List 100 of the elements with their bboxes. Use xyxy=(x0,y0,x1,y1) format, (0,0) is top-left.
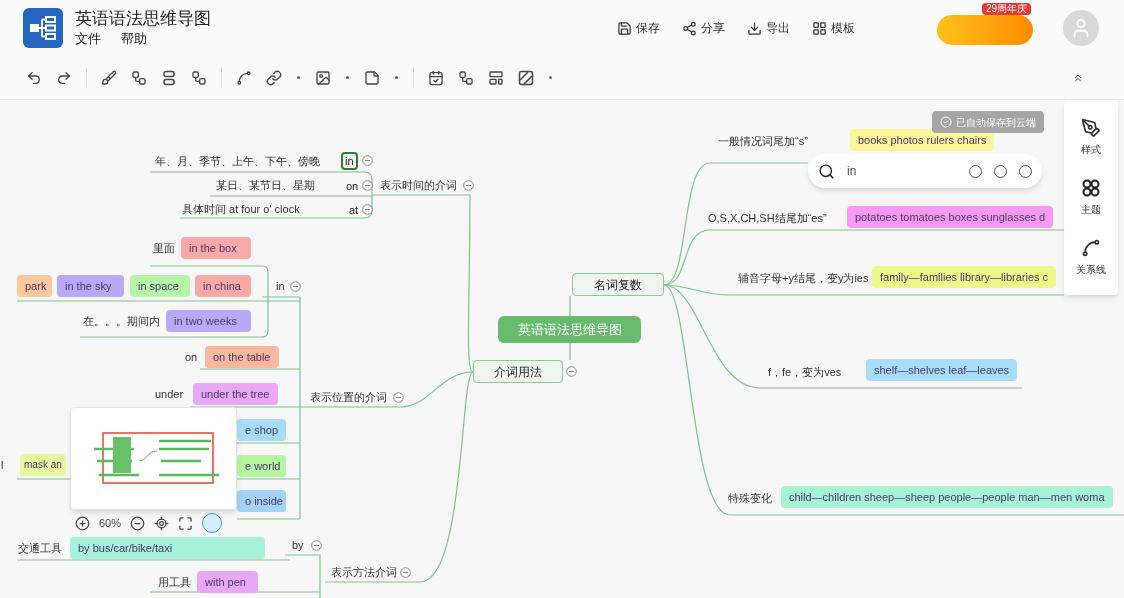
example-tag[interactable]: e world xyxy=(237,455,286,477)
layout-icon[interactable] xyxy=(488,69,504,86)
zoom-level: 60% xyxy=(99,515,122,531)
toolbar-button[interactable]: 分享 xyxy=(682,19,725,37)
topic-label[interactable]: 一般情况词尾加“s” xyxy=(718,133,808,149)
brush-icon[interactable] xyxy=(101,69,117,86)
search-bar[interactable]: in xyxy=(808,154,1042,188)
note-icon[interactable] xyxy=(364,69,380,86)
example-tag[interactable]: mask an xyxy=(20,454,66,476)
zoom-in-icon[interactable] xyxy=(75,515,90,531)
preposition-topic[interactable]: l xyxy=(1,457,4,473)
link-icon[interactable] xyxy=(266,69,282,86)
preposition-topic[interactable]: in xyxy=(276,278,285,294)
pen-icon xyxy=(1081,118,1101,139)
topic-label[interactable]: 辅音字母+y结尾，变y为ies xyxy=(738,270,869,286)
collapse-icon[interactable] xyxy=(362,204,373,215)
example-tag[interactable]: o inside xyxy=(237,490,286,512)
task-icon[interactable] xyxy=(428,69,444,86)
search-field[interactable]: in xyxy=(847,162,957,180)
preposition-topic[interactable]: by xyxy=(292,537,304,553)
collapse-icon[interactable] xyxy=(393,392,404,403)
promo-badge: 29周年庆 xyxy=(981,2,1031,15)
toolbar-button[interactable]: 模板 xyxy=(812,19,855,37)
topic-label[interactable]: 某日、某节日、星期 xyxy=(216,177,315,193)
topic-label[interactable]: 年、月、季节、上午、下午、傍晚 xyxy=(155,153,320,169)
topic-label[interactable]: 表示方法介词 xyxy=(331,564,397,580)
toolbar-button[interactable]: 保存 xyxy=(617,19,660,37)
toolbar-button[interactable]: 导出 xyxy=(747,19,790,37)
example-tag[interactable]: by bus/car/bike/taxi xyxy=(70,537,265,559)
app-logo xyxy=(23,8,63,48)
caret-icon[interactable] xyxy=(548,75,553,80)
search-icon xyxy=(818,162,835,180)
topic-label[interactable]: 里面 xyxy=(153,240,175,256)
example-tag[interactable]: in china xyxy=(195,275,251,297)
preposition-topic[interactable]: under xyxy=(155,386,184,402)
menu-item[interactable]: 帮助 xyxy=(121,30,147,48)
collapse-icon[interactable] xyxy=(566,366,577,377)
example-tag[interactable]: e shop xyxy=(237,419,286,441)
example-tag[interactable]: potatoes tomatoes boxes sunglasses d xyxy=(847,206,1054,228)
caret-icon[interactable] xyxy=(345,75,350,80)
example-tag[interactable]: in two weeks xyxy=(166,310,251,332)
menu-item[interactable]: 文件 xyxy=(75,30,101,48)
minimap-toggle[interactable] xyxy=(202,513,223,533)
topic-label[interactable]: 在。。。期间内 xyxy=(83,313,160,329)
example-tag[interactable]: family—families library—libraries c xyxy=(872,266,1057,288)
download-icon xyxy=(747,20,762,36)
hatched-square-icon[interactable] xyxy=(518,69,534,86)
topic-label[interactable]: f，fe，变为ves xyxy=(768,364,842,380)
check-icon xyxy=(940,116,952,128)
example-tag[interactable]: shelf—shelves leaf—leaves xyxy=(866,359,1018,381)
fullscreen-icon[interactable] xyxy=(178,515,194,531)
side-panel-button[interactable]: 主题 xyxy=(1081,178,1101,217)
minimap-panel[interactable] xyxy=(70,407,237,510)
grid-icon xyxy=(812,20,827,36)
structure-icon[interactable] xyxy=(458,69,474,86)
relation-icon[interactable] xyxy=(236,69,252,86)
save-icon xyxy=(617,20,632,36)
side-panel-button[interactable]: 关系线 xyxy=(1076,237,1106,277)
topic-label[interactable]: 交通工具 xyxy=(18,540,62,556)
example-tag[interactable]: in space xyxy=(130,275,190,297)
redo-icon[interactable] xyxy=(56,69,72,86)
image-icon[interactable] xyxy=(315,69,331,86)
collapse-icon[interactable] xyxy=(400,567,411,578)
example-tag[interactable]: park xyxy=(17,275,52,297)
caret-icon[interactable] xyxy=(394,75,399,80)
preposition-topic[interactable]: at xyxy=(345,201,363,219)
main-topic[interactable]: 介词用法 xyxy=(473,360,563,383)
collapse-icon[interactable] xyxy=(362,155,373,166)
collapse-icon[interactable] xyxy=(290,281,301,292)
locate-icon[interactable] xyxy=(154,515,170,531)
preposition-topic[interactable]: in xyxy=(341,152,358,170)
example-tag[interactable]: in the box xyxy=(181,237,251,259)
topic-label[interactable]: 具体时间 at four o' clock xyxy=(182,201,300,217)
example-tag[interactable]: with pen xyxy=(197,571,258,593)
preposition-topic[interactable]: on xyxy=(342,177,363,195)
caret-icon[interactable] xyxy=(296,75,301,80)
sibling-topic-icon[interactable] xyxy=(161,69,177,86)
side-panel-button[interactable]: 样式 xyxy=(1081,118,1101,158)
preposition-topic[interactable]: on xyxy=(185,349,198,365)
example-tag[interactable]: in the sky xyxy=(57,275,124,297)
topic-label[interactable]: O,S,X,CH,SH结尾加“es” xyxy=(708,210,827,226)
parent-topic-icon[interactable] xyxy=(191,69,207,86)
undo-icon[interactable] xyxy=(26,69,42,86)
example-tag[interactable]: books photos rulers chairs xyxy=(850,129,995,151)
topic-label[interactable]: 特殊变化 xyxy=(728,490,772,506)
collapse-icon[interactable] xyxy=(463,180,474,191)
save-toast: 已自动保存到云端 xyxy=(932,111,1044,133)
document-title[interactable]: 英语语法思维导图 xyxy=(75,8,211,30)
example-tag[interactable]: under the tree xyxy=(193,383,278,405)
clover-icon xyxy=(1081,178,1101,198)
subtopic-icon[interactable] xyxy=(131,69,147,86)
main-topic[interactable]: 名词复数 xyxy=(572,273,664,296)
topic-label[interactable]: 表示时间的介词 xyxy=(380,177,457,193)
example-tag[interactable]: on the table xyxy=(205,346,279,368)
collapse-icon[interactable] xyxy=(362,180,373,191)
zoom-out-icon[interactable] xyxy=(130,515,146,531)
collapse-icon[interactable] xyxy=(311,540,322,551)
topic-label[interactable]: 用工具 xyxy=(158,574,191,590)
topic-label[interactable]: 表示位置的介词 xyxy=(310,389,387,405)
example-tag[interactable]: child—children sheep—sheep people—people man—men woma xyxy=(781,486,1113,508)
